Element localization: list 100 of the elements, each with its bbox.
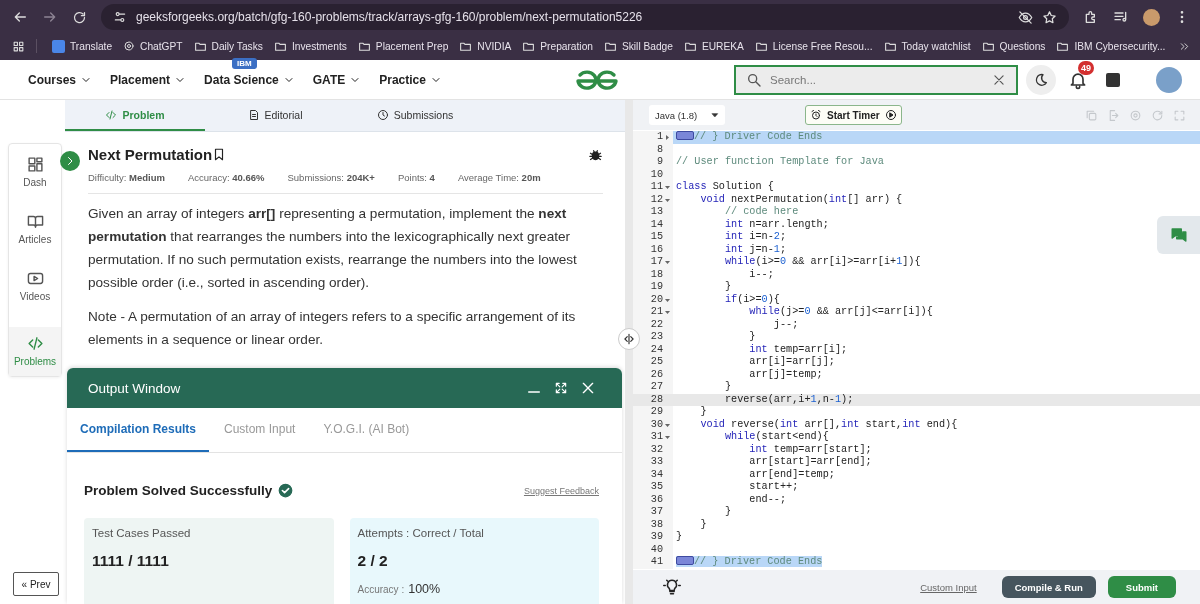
folded-code-marker[interactable] (676, 556, 694, 565)
resize-arrows-icon (622, 332, 636, 346)
search-bar[interactable]: Search... (734, 64, 1018, 95)
problem-tab[interactable]: Editorial (205, 100, 345, 131)
code-line: int temp=arr[i]; (748, 343, 848, 355)
compile-run-button[interactable]: Compile & Run (1001, 576, 1096, 598)
document-icon (247, 108, 260, 121)
card-value: 1111 / 1111 (92, 552, 170, 570)
problem-stat: Average Time: 20m (457, 172, 541, 183)
line-number: 38 (650, 518, 663, 531)
playlist-icon[interactable] (1113, 9, 1129, 25)
code-line: arr[i]=arr[j]; (748, 356, 835, 367)
nav-menu[interactable]: Courses (28, 72, 93, 87)
line-number: 36 (650, 493, 663, 506)
code-line: if(i>=0){ (723, 293, 780, 305)
bookmark[interactable]: ChatGPT (119, 38, 187, 54)
fold-arrow-icon[interactable] (665, 135, 670, 140)
sidebar-item[interactable]: Dash (9, 156, 61, 213)
fold-arrow-icon[interactable] (665, 435, 670, 440)
problem-tab[interactable]: Submissions (345, 100, 485, 131)
line-number: 35 (650, 481, 663, 494)
bookmark[interactable]: EUREKA (679, 37, 748, 55)
start-timer-button[interactable]: Start Timer (805, 105, 902, 125)
nav-menu[interactable]: Data Science (204, 72, 295, 87)
line-number: 8 (656, 143, 663, 156)
theme-toggle[interactable] (1026, 64, 1056, 95)
output-tab[interactable]: Compilation Results (67, 408, 209, 452)
lightbulb-icon[interactable] (663, 578, 681, 596)
eye-off-icon[interactable] (1018, 9, 1033, 25)
close-icon[interactable] (992, 72, 1006, 87)
bookmark[interactable]: Questions (977, 37, 1050, 55)
back-icon[interactable] (12, 9, 28, 25)
nav-menu[interactable]: Practice (379, 72, 442, 87)
resize-handle[interactable] (618, 328, 640, 350)
bookmark[interactable]: Preparation (518, 37, 597, 55)
code-editor[interactable] (633, 130, 1200, 570)
language-dropdown[interactable]: Java (1.8) (649, 105, 725, 125)
problem-tab[interactable]: Problem (65, 100, 205, 131)
avatar[interactable] (1156, 66, 1182, 93)
line-number: 25 (650, 356, 663, 369)
fold-arrow-icon[interactable] (665, 197, 670, 203)
bookmark[interactable]: Placement Prep (353, 37, 453, 55)
sidebar-item[interactable]: Articles (9, 213, 61, 270)
bookmark[interactable]: NVIDIA (455, 37, 516, 55)
code-line: start++; (748, 481, 799, 492)
line-number: 9 (656, 156, 663, 169)
fold-arrow-icon[interactable] (665, 185, 670, 190)
address-bar[interactable]: geeksforgeeks.org/batch/gfg-160-problems/track/arrays-gfg-160/problem/next-permutation5226 (101, 4, 1069, 30)
reload-icon[interactable] (72, 9, 87, 25)
code-line: arr[j]=temp; (748, 368, 823, 380)
code-line: } (699, 518, 707, 530)
close-icon[interactable] (580, 380, 596, 396)
bookmark[interactable]: License Free Resou... (750, 37, 877, 55)
expand-button[interactable] (60, 151, 80, 171)
fold-arrow-icon[interactable] (665, 297, 670, 303)
chat-button[interactable] (1157, 216, 1200, 254)
bookmark[interactable]: IBM Cybersecurity... (1052, 37, 1170, 55)
line-number: 15 (650, 231, 663, 244)
code-line: } (748, 331, 756, 342)
window-title: Output Window (88, 380, 182, 396)
custom-input-link[interactable]: Custom Input (920, 581, 977, 593)
code-line: while(i>=0 && arr[i]>=arr[i+1]){ (723, 256, 921, 267)
bookmark[interactable]: Skill Badge (599, 37, 677, 55)
prev-button[interactable]: « Prev (13, 572, 59, 596)
logo-icon[interactable] (574, 67, 620, 92)
line-number: 10 (650, 168, 663, 181)
sidebar-item[interactable]: Problems (9, 327, 61, 376)
forward-icon[interactable] (42, 9, 58, 25)
fold-arrow-icon[interactable] (665, 310, 670, 315)
tune-icon[interactable] (113, 10, 127, 24)
line-number: 20 (650, 293, 663, 306)
status-text: Problem Solved Successfully (84, 483, 273, 498)
sidebar-item[interactable]: Videos (9, 270, 61, 327)
code-line: } (699, 406, 707, 417)
more-bookmarks-icon[interactable] (1179, 40, 1190, 52)
line-number: 1 (656, 131, 663, 144)
nav-menu[interactable]: GATE (312, 72, 362, 87)
expand-icon[interactable] (554, 381, 568, 395)
line-number: 24 (650, 343, 663, 356)
code-icon (105, 108, 118, 121)
nav-menu[interactable]: Placement (110, 72, 187, 87)
avatar[interactable] (1143, 8, 1160, 26)
code-line: // User function Template for Java (676, 156, 884, 167)
code-line: reverse(arr,i+1,n-1); (723, 393, 854, 405)
feedback-link[interactable]: Suggest Feedback (523, 485, 599, 496)
tag-badge: IBM (232, 57, 257, 69)
card-value: 2 / 2 (357, 552, 389, 570)
bookmark[interactable]: Daily Tasks (189, 37, 267, 55)
folded-code-marker[interactable] (676, 131, 694, 140)
bookmark[interactable]: Translate (48, 37, 117, 55)
star-icon[interactable] (1042, 9, 1057, 25)
fold-arrow-icon[interactable] (665, 422, 670, 428)
bookmark[interactable]: Investments (269, 37, 351, 55)
search-field[interactable]: Search... (770, 73, 984, 86)
bookmark[interactable]: Today watchlist (879, 37, 975, 55)
fold-arrow-icon[interactable] (665, 260, 670, 265)
code-line: } (723, 381, 732, 392)
moon-icon (1033, 71, 1049, 88)
apps-icon[interactable] (12, 39, 25, 53)
submit-button[interactable]: Submit (1107, 576, 1176, 598)
